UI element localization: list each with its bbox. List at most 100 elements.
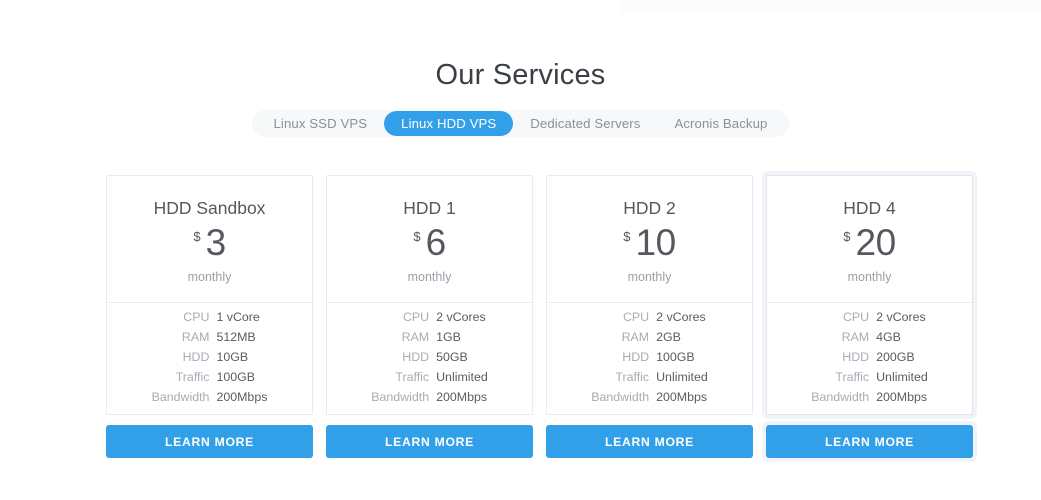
spec-value: 50GB — [436, 350, 468, 364]
spec-row: HDD 50GB — [371, 347, 488, 367]
spec-value: Unlimited — [876, 370, 928, 385]
spec-row: RAM 512MB — [152, 327, 268, 347]
spec-label: RAM — [181, 329, 210, 344]
currency-symbol: $ — [623, 229, 631, 244]
spec-label: RAM — [621, 329, 650, 344]
tabs-container: Linux SSD VPS Linux HDD VPS Dedicated Serv… — [0, 110, 1041, 137]
spec-row: CPU 2 vCores — [811, 307, 928, 327]
spec-value: 4GB — [876, 329, 901, 344]
price-line: $10 — [623, 222, 677, 263]
spec-list: CPU 2 vCores RAM 2GB HDD 100GB Traffic Unlimite… — [547, 303, 752, 414]
learn-more-button[interactable]: LEARN MORE — [326, 425, 533, 458]
currency-symbol: $ — [193, 229, 201, 244]
spec-label: CPU — [842, 309, 870, 324]
spec-label: Traffic — [395, 370, 430, 385]
currency-symbol: $ — [413, 229, 421, 244]
tab-linux-hdd-vps[interactable]: Linux HDD VPS — [384, 111, 514, 136]
billing-period: monthly — [847, 270, 892, 284]
spec-row: Bandwidth 200Mbps — [811, 388, 928, 408]
pricing-cards-row: HDD Sandbox $3 monthly CPU 1 vCore RAM 512MB HD… — [106, 175, 973, 458]
spec-label: Traffic — [615, 370, 650, 385]
price-amount: 20 — [855, 222, 897, 263]
billing-period: monthly — [187, 270, 232, 284]
card-header: HDD 4 $20 monthly — [767, 176, 972, 303]
spec-row: RAM 2GB — [591, 327, 708, 347]
spec-value: Unlimited — [656, 370, 708, 385]
spec-label: Bandwidth — [591, 390, 650, 405]
spec-list: CPU 2 vCores RAM 4GB HDD 200GB Traffic Unlimite… — [767, 303, 972, 414]
price-amount: 3 — [205, 222, 227, 263]
plan-name: HDD 1 — [403, 198, 456, 218]
spec-value: 200Mbps — [436, 390, 488, 405]
card-body: HDD 2 $10 monthly CPU 2 vCores RAM 2GB HDD 100GB… — [546, 175, 753, 415]
spec-label: RAM — [841, 329, 870, 344]
spec-row: RAM 4GB — [811, 327, 928, 347]
spec-row: CPU 2 vCores — [591, 307, 708, 327]
spec-value: 512MB — [216, 329, 256, 344]
spec-row: CPU 2 vCores — [371, 307, 488, 327]
spec-value: 1 vCore — [216, 309, 260, 324]
spec-label: RAM — [401, 329, 430, 344]
spec-label: Traffic — [835, 370, 870, 385]
page-title: Our Services — [435, 59, 606, 92]
spec-label: HDD — [402, 350, 430, 364]
spec-row: RAM 1GB — [371, 327, 488, 347]
pricing-card-hdd-4: HDD 4 $20 monthly CPU 2 vCores RAM 4GB HDD 200GB… — [766, 175, 973, 458]
plan-name: HDD Sandbox — [153, 198, 266, 218]
spec-value: 200Mbps — [216, 390, 268, 405]
spec-value: 200Mbps — [656, 390, 708, 405]
price-line: $20 — [843, 222, 897, 263]
spec-label: HDD — [622, 350, 650, 364]
spec-value: 2 vCores — [656, 309, 706, 324]
tab-dedicated-servers[interactable]: Dedicated Servers — [513, 111, 657, 136]
spec-value: 100GB — [656, 350, 695, 364]
spec-label: CPU — [622, 309, 650, 324]
spec-value: 1GB — [436, 329, 461, 344]
spec-value: 200GB — [876, 350, 915, 364]
spec-table: CPU 2 vCores RAM 4GB HDD 200GB Traffic Unlimite… — [811, 307, 928, 408]
spec-row: HDD 100GB — [591, 347, 708, 367]
pricing-card-hdd-2: HDD 2 $10 monthly CPU 2 vCores RAM 2GB HDD 100GB… — [546, 175, 753, 458]
spec-row: HDD 200GB — [811, 347, 928, 367]
spec-label: CPU — [183, 309, 210, 324]
spec-label: Traffic — [175, 370, 210, 385]
plan-name: HDD 4 — [843, 198, 896, 218]
spec-value: 100GB — [216, 370, 256, 385]
spec-list: CPU 1 vCore RAM 512MB HDD 10GB Traffic 100GB Ban… — [107, 303, 312, 414]
currency-symbol: $ — [843, 229, 851, 244]
spec-row: Bandwidth 200Mbps — [591, 388, 708, 408]
spec-value: 200Mbps — [876, 390, 928, 405]
spec-label: HDD — [842, 350, 870, 364]
price-line: $3 — [193, 222, 227, 263]
pricing-card-hdd-sandbox: HDD Sandbox $3 monthly CPU 1 vCore RAM 512MB HD… — [106, 175, 313, 458]
spec-list: CPU 2 vCores RAM 1GB HDD 50GB Traffic Unlimited… — [327, 303, 532, 414]
spec-value: 10GB — [216, 350, 249, 364]
services-section: Our Services Linux SSD VPS Linux HDD VPS D… — [0, 0, 1041, 500]
spec-label: CPU — [402, 309, 430, 324]
learn-more-button[interactable]: LEARN MORE — [766, 425, 973, 458]
spec-row: HDD 10GB — [152, 347, 268, 367]
previous-section-edge — [620, 0, 1041, 14]
spec-value: 2GB — [656, 329, 681, 344]
spec-table: CPU 2 vCores RAM 1GB HDD 50GB Traffic Unlimited… — [371, 307, 488, 408]
tab-linux-ssd-vps[interactable]: Linux SSD VPS — [256, 111, 384, 136]
pricing-card-hdd-1: HDD 1 $6 monthly CPU 2 vCores RAM 1GB HDD 50GB Tr… — [326, 175, 533, 458]
plan-name: HDD 2 — [623, 198, 676, 218]
tab-list: Linux SSD VPS Linux HDD VPS Dedicated Serv… — [252, 110, 789, 137]
price-amount: 6 — [425, 222, 447, 263]
spec-row: Bandwidth 200Mbps — [371, 388, 488, 408]
card-header: HDD 2 $10 monthly — [547, 176, 752, 303]
card-body: HDD Sandbox $3 monthly CPU 1 vCore RAM 512MB HD… — [106, 175, 313, 415]
card-body: HDD 4 $20 monthly CPU 2 vCores RAM 4GB HDD 200GB… — [766, 175, 973, 415]
price-amount: 10 — [635, 222, 677, 263]
spec-row: CPU 1 vCore — [152, 307, 268, 327]
card-body: HDD 1 $6 monthly CPU 2 vCores RAM 1GB HDD 50GB Tr… — [326, 175, 533, 415]
tab-acronis-backup[interactable]: Acronis Backup — [657, 111, 784, 136]
spec-row: Bandwidth 200Mbps — [152, 388, 268, 408]
spec-label: Bandwidth — [151, 390, 210, 405]
learn-more-button[interactable]: LEARN MORE — [546, 425, 753, 458]
learn-more-button[interactable]: LEARN MORE — [106, 425, 313, 458]
spec-table: CPU 2 vCores RAM 2GB HDD 100GB Traffic Unlimite… — [591, 307, 708, 408]
spec-row: Traffic Unlimited — [811, 368, 928, 388]
spec-label: Bandwidth — [371, 390, 430, 405]
